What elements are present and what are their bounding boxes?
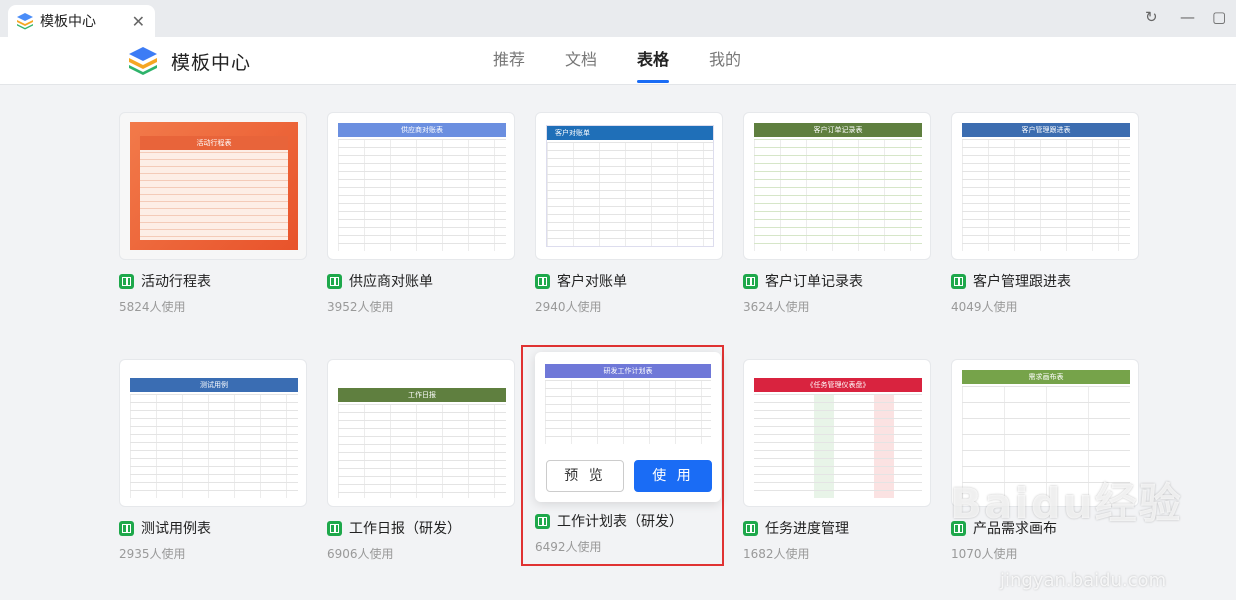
thumb-title: 客户管理跟进表 — [962, 123, 1130, 137]
thumb-title: 测试用例 — [130, 378, 298, 392]
tab-documents[interactable]: 文档 — [565, 37, 597, 85]
card-name[interactable]: 客户对账单 — [535, 271, 723, 291]
brand-title: 模板中心 — [171, 51, 252, 74]
template-thumbnail[interactable]: 测试用例 — [119, 359, 307, 507]
template-card[interactable]: 客户管理跟进表 客户管理跟进表 4049人使用 — [951, 112, 1139, 315]
watermark-url: jingyan.baidu.com — [1000, 570, 1167, 591]
refresh-icon[interactable]: ↻ — [1145, 8, 1158, 26]
template-thumbnail[interactable]: 客户管理跟进表 — [951, 112, 1139, 260]
preview-button[interactable]: 预 览 — [546, 460, 624, 492]
header: 模板中心 推荐 文档 表格 我的 — [0, 37, 1236, 85]
thumb-title: 供应商对账表 — [338, 123, 506, 137]
spreadsheet-icon — [951, 273, 966, 289]
template-thumbnail[interactable]: 客户对账单 — [535, 112, 723, 260]
card-name[interactable]: 供应商对账单 — [327, 271, 515, 291]
template-card-hovered[interactable]: 研发工作计划表 预 览 使 用 — [535, 352, 721, 502]
usage-count: 3624人使用 — [743, 300, 810, 314]
thumb-title: 工作日报 — [338, 388, 506, 402]
tab-title: 模板中心 — [40, 14, 96, 30]
card-name[interactable]: 活动行程表 — [119, 271, 307, 291]
usage-count: 2940人使用 — [535, 300, 602, 314]
template-card-caption[interactable]: 工作计划表（研发） 6492人使用 — [535, 505, 723, 555]
tab-spreadsheets[interactable]: 表格 — [637, 37, 670, 85]
thumb-title: 客户对账单 — [547, 126, 713, 140]
template-card[interactable]: 《任务管理仪表盘》 任务进度管理 1682人使用 — [743, 359, 931, 562]
template-thumbnail[interactable]: 供应商对账表 — [327, 112, 515, 260]
minimize-icon[interactable]: — — [1180, 8, 1195, 26]
template-thumbnail[interactable]: 活动行程表 — [119, 112, 307, 260]
thumb-title: 《任务管理仪表盘》 — [754, 378, 922, 392]
template-center-logo-icon — [129, 47, 157, 75]
close-tab-icon[interactable]: ✕ — [132, 12, 145, 31]
usage-count: 4049人使用 — [951, 300, 1018, 314]
browser-tab[interactable]: 模板中心 ✕ — [8, 5, 155, 37]
watermark-logo: Baidu经验 — [950, 479, 1183, 528]
title-bar: 模板中心 ✕ ↻ — ▢ — [0, 0, 1236, 37]
template-card[interactable]: 需求画布表 产品需求画布 1070人使用 — [951, 359, 1139, 562]
usage-count: 2935人使用 — [119, 547, 186, 561]
card-name[interactable]: 客户管理跟进表 — [951, 271, 1139, 291]
card-name[interactable]: 客户订单记录表 — [743, 271, 931, 291]
thumb-title: 客户订单记录表 — [754, 123, 922, 137]
card-name[interactable]: 任务进度管理 — [743, 518, 931, 538]
template-thumbnail[interactable]: 工作日报 — [327, 359, 515, 507]
template-thumbnail[interactable]: 客户订单记录表 — [743, 112, 931, 260]
template-card[interactable]: 客户订单记录表 客户订单记录表 3624人使用 — [743, 112, 931, 315]
template-card[interactable]: 活动行程表 活动行程表 5824人使用 — [119, 112, 307, 315]
spreadsheet-icon — [535, 273, 550, 289]
maximize-icon[interactable]: ▢ — [1212, 8, 1226, 26]
spreadsheet-icon — [327, 520, 342, 536]
spreadsheet-icon — [743, 520, 758, 536]
card-name[interactable]: 工作日报（研发） — [327, 518, 515, 538]
spreadsheet-icon — [119, 273, 134, 289]
template-card[interactable]: 工作日报 工作日报（研发） 6906人使用 — [327, 359, 515, 562]
thumb-title: 需求画布表 — [962, 370, 1130, 384]
usage-count: 1682人使用 — [743, 547, 810, 561]
template-card[interactable]: 供应商对账表 供应商对账单 3952人使用 — [327, 112, 515, 315]
thumb-title: 活动行程表 — [140, 136, 288, 150]
usage-count: 5824人使用 — [119, 300, 186, 314]
template-card[interactable]: 测试用例 测试用例表 2935人使用 — [119, 359, 307, 562]
tab-mine[interactable]: 我的 — [709, 37, 741, 85]
card-name[interactable]: 工作计划表（研发） — [535, 511, 723, 531]
app-logo-icon — [17, 13, 33, 30]
brand: 模板中心 — [127, 45, 251, 77]
use-button[interactable]: 使 用 — [634, 460, 712, 492]
usage-count: 6906人使用 — [327, 547, 394, 561]
spreadsheet-icon — [743, 273, 758, 289]
spreadsheet-icon — [327, 273, 342, 289]
thumb-title: 研发工作计划表 — [545, 364, 711, 378]
card-name[interactable]: 测试用例表 — [119, 518, 307, 538]
usage-count: 6492人使用 — [535, 540, 602, 554]
main-nav: 推荐 文档 表格 我的 — [493, 37, 781, 85]
template-card[interactable]: 客户对账单 客户对账单 2940人使用 — [535, 112, 723, 315]
spreadsheet-icon — [119, 520, 134, 536]
usage-count: 3952人使用 — [327, 300, 394, 314]
spreadsheet-icon — [535, 513, 550, 529]
tab-recommend[interactable]: 推荐 — [493, 37, 525, 85]
template-thumbnail[interactable]: 《任务管理仪表盘》 — [743, 359, 931, 507]
usage-count: 1070人使用 — [951, 547, 1018, 561]
